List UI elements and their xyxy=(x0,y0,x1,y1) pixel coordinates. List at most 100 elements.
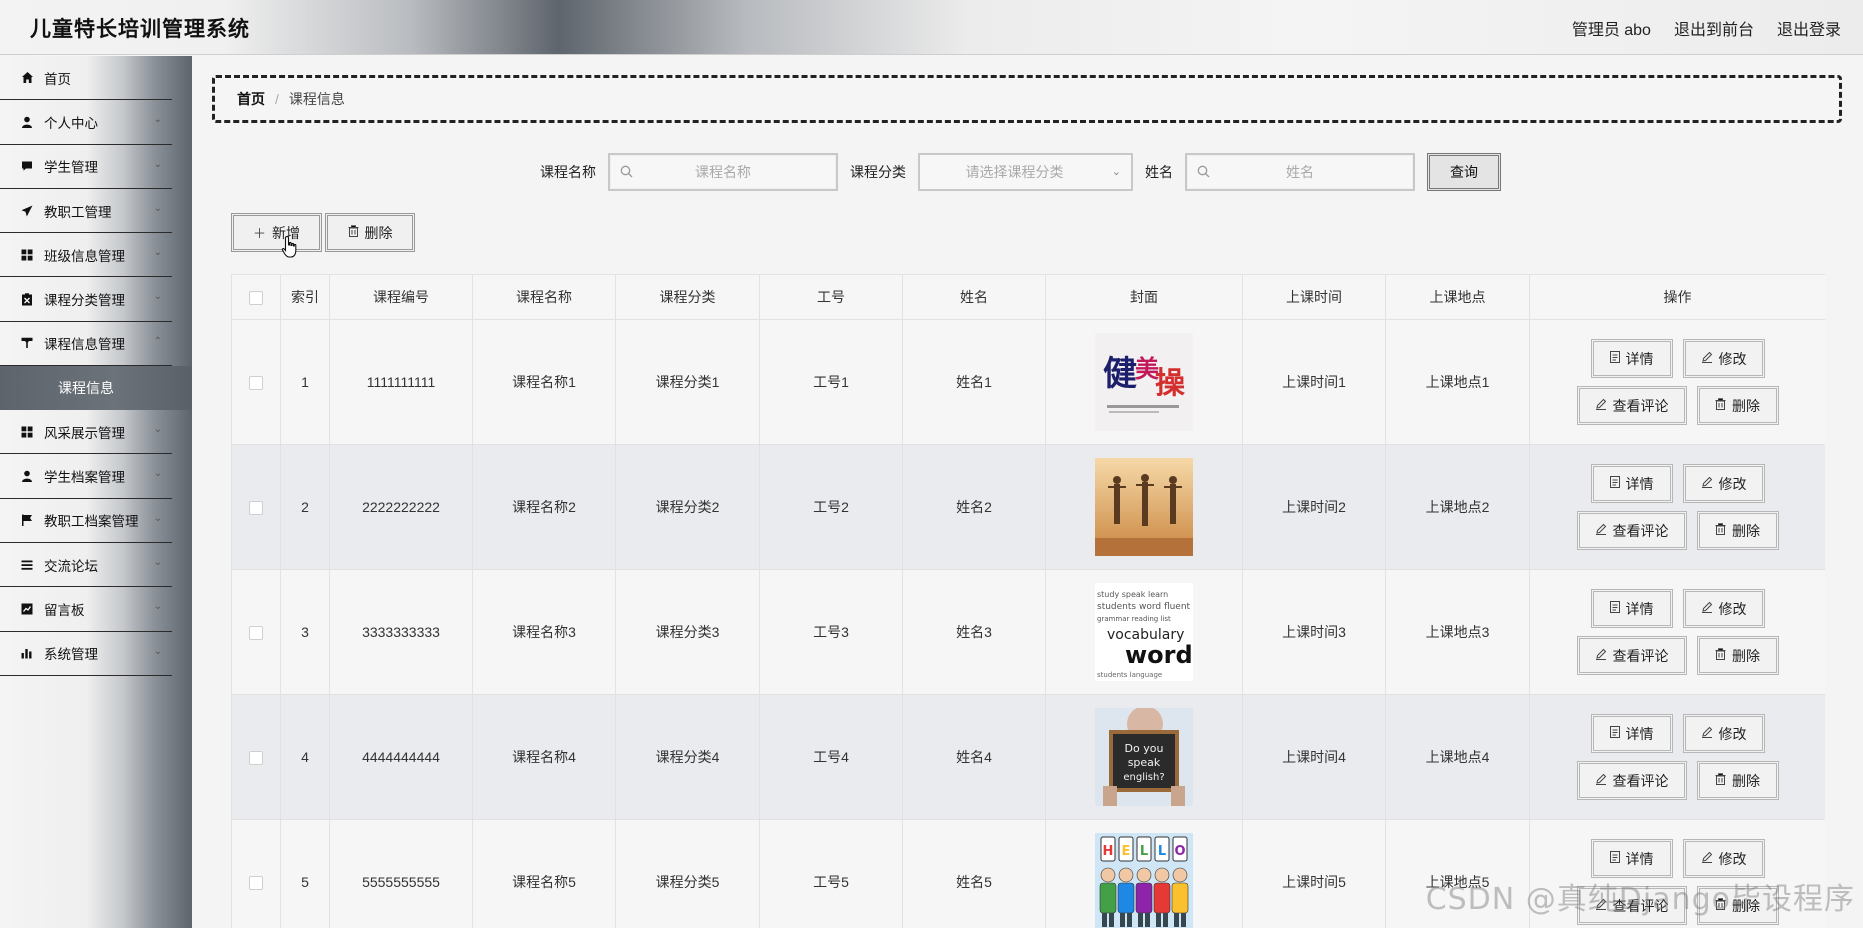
cell-staff-no: 工号1 xyxy=(759,319,903,445)
select-all-checkbox[interactable] xyxy=(249,291,263,306)
pencil-icon xyxy=(1701,851,1713,866)
sidebar-item-class-management[interactable]: 班级信息管理 ⌄ xyxy=(0,233,172,278)
course-name-input[interactable]: 课程名称 xyxy=(608,153,838,191)
row-checkbox[interactable] xyxy=(249,876,263,891)
sidebar-item-showcase-management[interactable]: 风采展示管理 ⌄ xyxy=(0,410,172,455)
course-name-placeholder: 课程名称 xyxy=(695,164,751,180)
cell-operations: 详情 修改查看评论 删除 xyxy=(1529,319,1825,445)
sidebar-item-message-board[interactable]: 留言板 ⌄ xyxy=(0,587,172,632)
logout-link[interactable]: 退出登录 xyxy=(1777,16,1841,40)
pencil-icon xyxy=(1595,523,1607,538)
delete-button-label: 删除 xyxy=(364,224,393,241)
sidebar-item-course-info-management[interactable]: 课程信息管理 ⌃ xyxy=(0,322,172,367)
plus-icon: ＋ xyxy=(252,226,266,241)
view-comments-button-label: 查看评论 xyxy=(1612,897,1669,914)
cell-course-code: 1111111111 xyxy=(329,319,473,445)
sidebar-item-forum[interactable]: 交流论坛 ⌄ xyxy=(0,543,172,588)
view-comments-button[interactable]: 查看评论 xyxy=(1576,636,1687,675)
cover-image: HELLO xyxy=(1095,833,1193,928)
batch-delete-button[interactable]: 删除 xyxy=(325,213,415,252)
row-delete-button-label: 删除 xyxy=(1732,897,1760,914)
cell-course-category: 课程分类1 xyxy=(615,319,760,445)
cell-cover: 健美操 xyxy=(1045,319,1243,445)
row-checkbox[interactable] xyxy=(249,376,263,391)
detail-button[interactable]: 详情 xyxy=(1590,589,1673,628)
exit-to-front-link[interactable]: 退出到前台 xyxy=(1674,16,1754,40)
bar-chart-icon xyxy=(20,646,34,660)
row-delete-button[interactable]: 删除 xyxy=(1696,386,1779,425)
pencil-icon xyxy=(1701,726,1713,741)
cell-class-place: 上课地点5 xyxy=(1385,819,1530,928)
detail-button[interactable]: 详情 xyxy=(1590,464,1673,503)
sidebar-item-course-category-management[interactable]: 课程分类管理 ⌄ xyxy=(0,277,172,322)
document-icon xyxy=(1609,726,1620,741)
trash-icon xyxy=(1715,648,1726,663)
view-comments-button[interactable]: 查看评论 xyxy=(1576,886,1687,925)
table-header-row: 索引 课程编号 课程名称 课程分类 工号 姓名 封面 上课时间 上课地点 操作 xyxy=(231,274,1825,320)
row-delete-button[interactable]: 删除 xyxy=(1696,636,1779,675)
detail-button[interactable]: 详情 xyxy=(1590,714,1673,753)
view-comments-button-label: 查看评论 xyxy=(1612,647,1669,664)
sidebar-item-label: 班级信息管理 xyxy=(44,248,125,264)
row-delete-button[interactable]: 删除 xyxy=(1696,761,1779,800)
edit-button[interactable]: 修改 xyxy=(1682,339,1765,378)
document-icon xyxy=(1609,476,1620,491)
column-header: 课程分类 xyxy=(615,274,760,320)
sidebar-subitem-course-info[interactable]: 课程信息 xyxy=(0,366,192,411)
sidebar-item-label: 留言板 xyxy=(44,602,85,618)
cover-image xyxy=(1095,458,1193,556)
search-icon xyxy=(620,165,633,181)
query-button[interactable]: 查询 xyxy=(1427,153,1501,191)
row-checkbox[interactable] xyxy=(249,626,263,641)
edit-button[interactable]: 修改 xyxy=(1682,464,1765,503)
cell-course-category: 课程分类3 xyxy=(615,569,760,695)
svg-text:words: words xyxy=(1125,641,1193,669)
chevron-down-icon: ⌄ xyxy=(153,424,162,436)
list-icon xyxy=(20,558,34,572)
chevron-down-icon: ⌄ xyxy=(1111,166,1121,178)
document-icon xyxy=(1609,851,1620,866)
sidebar-item-system-management[interactable]: 系统管理 ⌄ xyxy=(0,632,172,676)
row-delete-button[interactable]: 删除 xyxy=(1696,886,1779,925)
view-comments-button-label: 查看评论 xyxy=(1612,772,1669,789)
cell-course-category: 课程分类5 xyxy=(615,819,760,928)
detail-button-label: 详情 xyxy=(1625,475,1654,492)
add-button[interactable]: ＋ 新增 xyxy=(231,213,322,252)
view-comments-button[interactable]: 查看评论 xyxy=(1576,511,1687,550)
chevron-down-icon: ⌄ xyxy=(153,291,162,303)
table-row: 2 2222222222 课程名称2 课程分类2 工号2 姓名2 上课时间2 上课地点2 详情修… xyxy=(231,444,1825,570)
svg-text:speak: speak xyxy=(1128,756,1161,769)
sidebar-item-personal-center[interactable]: 个人中心 ⌄ xyxy=(0,100,172,145)
sidebar-item-staff-management[interactable]: 教职工管理 ⌄ xyxy=(0,189,172,234)
cell-operations: 详情 修改查看评论 删除 xyxy=(1529,819,1825,928)
sidebar-item-student-archive-management[interactable]: 学生档案管理 ⌄ xyxy=(0,454,172,499)
edit-button[interactable]: 修改 xyxy=(1682,589,1765,628)
cell-class-place: 上课地点1 xyxy=(1385,319,1530,445)
view-comments-button[interactable]: 查看评论 xyxy=(1576,761,1687,800)
view-comments-button[interactable]: 查看评论 xyxy=(1576,386,1687,425)
view-comments-button-label: 查看评论 xyxy=(1612,522,1669,539)
row-select-cell xyxy=(231,694,281,820)
course-category-select[interactable]: 请选择课程分类 ⌄ xyxy=(918,153,1133,191)
header-links: 管理员 abo 退出到前台 退出登录 xyxy=(1572,16,1841,40)
row-delete-button[interactable]: 删除 xyxy=(1696,511,1779,550)
breadcrumb-home[interactable]: 首页 xyxy=(237,89,265,109)
row-checkbox[interactable] xyxy=(249,751,263,766)
sidebar-item-home[interactable]: 首页 xyxy=(0,56,172,101)
detail-button[interactable]: 详情 xyxy=(1590,339,1673,378)
svg-text:H: H xyxy=(1103,844,1114,859)
row-checkbox[interactable] xyxy=(249,501,263,516)
edit-button-label: 修改 xyxy=(1718,725,1747,742)
person-name-placeholder: 姓名 xyxy=(1286,164,1314,180)
person-name-input[interactable]: 姓名 xyxy=(1185,153,1415,191)
detail-button[interactable]: 详情 xyxy=(1590,839,1673,878)
document-icon xyxy=(1609,601,1620,616)
edit-button[interactable]: 修改 xyxy=(1682,839,1765,878)
cell-course-category: 课程分类4 xyxy=(615,694,760,820)
pencil-icon xyxy=(1595,648,1607,663)
sidebar-item-staff-archive-management[interactable]: 教职工档案管理 ⌄ xyxy=(0,499,172,543)
cell-class-place: 上课地点2 xyxy=(1385,444,1530,570)
sidebar-item-label: 教职工管理 xyxy=(44,204,112,220)
edit-button[interactable]: 修改 xyxy=(1682,714,1765,753)
sidebar-item-student-management[interactable]: 学生管理 ⌄ xyxy=(0,145,172,189)
